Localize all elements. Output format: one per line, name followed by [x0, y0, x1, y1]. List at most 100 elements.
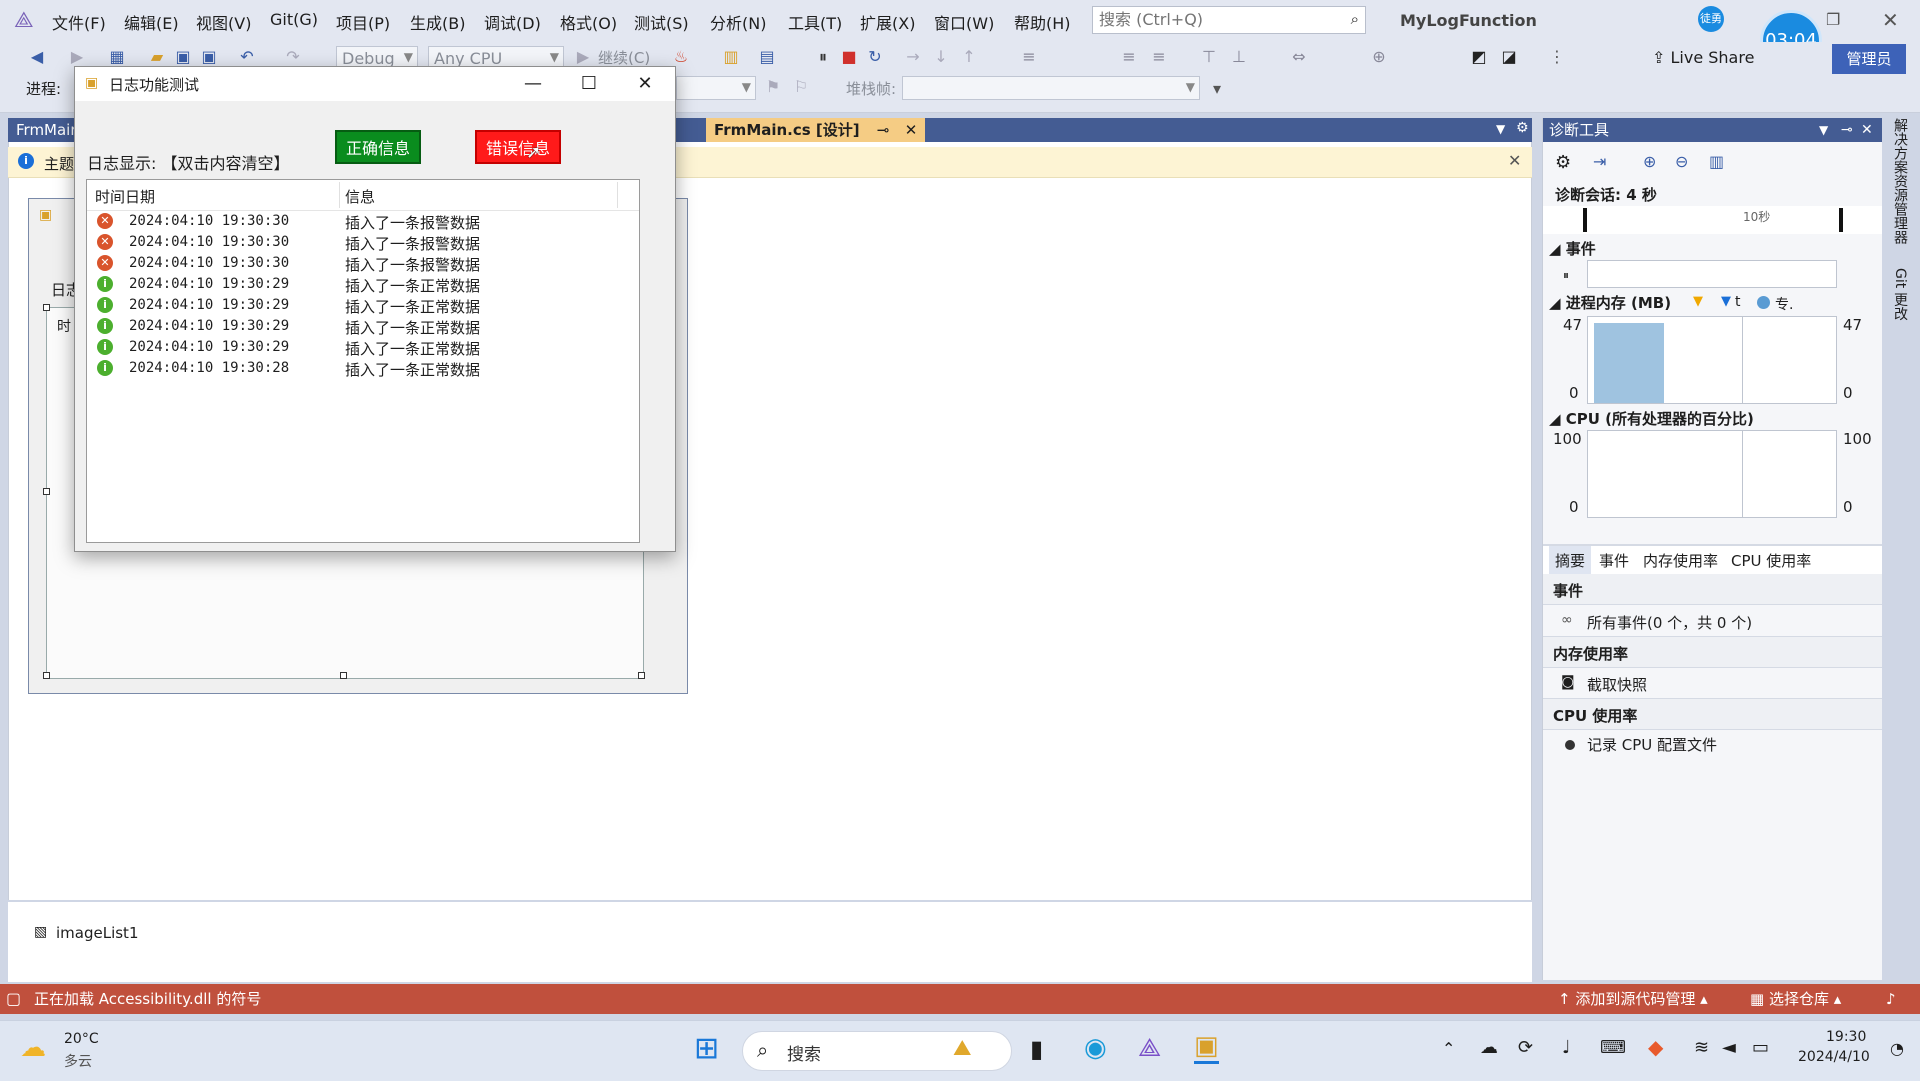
info-bar-close-icon[interactable]: ✕ — [1508, 151, 1521, 170]
log-row[interactable]: ✕ 2024:04:10 19:30:30 插入了一条报警数据 — [87, 211, 639, 232]
align-right-icon[interactable]: ≡ — [1150, 48, 1168, 66]
align-icon[interactable]: ≡ — [1020, 48, 1038, 66]
menu-item[interactable]: 测试(S) — [634, 10, 689, 34]
tray-overflow-icon[interactable]: ⌃ — [1442, 1039, 1455, 1058]
chart-icon[interactable]: ▥ — [1709, 152, 1724, 171]
menu-item[interactable]: 编辑(E) — [124, 10, 179, 34]
back-icon[interactable]: ◀ — [28, 48, 46, 66]
zoom-icon[interactable]: ⊕ — [1370, 48, 1388, 66]
column-separator[interactable] — [617, 182, 618, 208]
pin-icon[interactable]: ⊸ — [877, 121, 890, 139]
log-row[interactable]: ✕ 2024:04:10 19:30:30 插入了一条报警数据 — [87, 253, 639, 274]
panel-pin-icon[interactable]: ⊸ — [1841, 118, 1853, 142]
toolbar-options-icon[interactable]: ▾ — [1208, 80, 1226, 98]
redo-icon[interactable]: ↷ — [284, 48, 302, 66]
edge-browser-icon[interactable]: ◉ — [1084, 1033, 1107, 1063]
align-top-icon[interactable]: ⊤ — [1200, 48, 1218, 66]
step-into-icon[interactable]: ↓ — [932, 48, 950, 66]
running-app-icon[interactable]: ▣ — [1194, 1031, 1219, 1064]
status-output-icon[interactable]: ▢ — [6, 984, 21, 1014]
menu-item[interactable]: 工具(T) — [788, 10, 842, 34]
menu-item[interactable]: 项目(P) — [336, 10, 390, 34]
pause-icon[interactable]: ⏸ — [814, 48, 832, 66]
maximize-icon[interactable]: ☐ — [561, 67, 617, 101]
take-snapshot-button[interactable]: 截取快照 — [1587, 674, 1647, 695]
thread-filter-icon[interactable]: ⚐ — [792, 78, 810, 96]
user-avatar[interactable]: 徒勇 — [1698, 6, 1724, 32]
clock-date[interactable]: 2024/4/10 — [1798, 1049, 1870, 1065]
log-row[interactable]: i 2024:04:10 19:30:29 插入了一条正常数据 — [87, 316, 639, 337]
weather-icon[interactable]: ☁ — [20, 1033, 46, 1063]
live-share-button[interactable]: ⇪ Live Share — [1652, 48, 1754, 67]
menu-item[interactable]: 格式(O) — [560, 10, 617, 34]
all-events-link[interactable]: 所有事件(0 个，共 0 个) — [1587, 612, 1752, 633]
log-row[interactable]: i 2024:04:10 19:30:28 插入了一条正常数据 — [87, 358, 639, 379]
zoom-in-icon[interactable]: ⊕ — [1643, 152, 1656, 171]
battery-icon[interactable]: ▭ — [1752, 1037, 1769, 1058]
correct-info-button[interactable]: 正确信息 — [335, 130, 421, 164]
visual-studio-icon[interactable]: ⟁ — [1138, 1033, 1161, 1064]
restart-icon[interactable]: ↻ — [866, 48, 884, 66]
open-folder-icon[interactable]: ▰ — [148, 48, 166, 66]
process-select[interactable]: ▼ — [676, 76, 756, 100]
column-separator[interactable] — [339, 182, 340, 208]
tab-frmmain-design[interactable]: FrmMain.cs [设计] ⊸ ✕ — [706, 118, 926, 142]
onedrive-icon[interactable]: ☁ — [1480, 1037, 1498, 1058]
continue-button[interactable]: 继续(C) — [598, 47, 650, 68]
tab-close-icon[interactable]: ✕ — [905, 121, 918, 139]
export-icon[interactable]: ⇥ — [1593, 152, 1606, 171]
record-cpu-profile-button[interactable]: 记录 CPU 配置文件 — [1587, 734, 1717, 755]
resize-handle[interactable] — [340, 672, 347, 679]
menu-item[interactable]: 视图(V) — [196, 10, 251, 34]
log-listview[interactable]: 时间日期 信息 ✕ 2024:04:10 19:30:30 插入了一条报警数据 ✕ 20… — [86, 179, 640, 543]
panel-close-icon[interactable]: ✕ — [1861, 118, 1873, 142]
hot-reload-icon[interactable]: ♨ — [672, 48, 690, 66]
step-over-icon[interactable]: → — [904, 48, 922, 66]
toolbar-overflow-icon[interactable]: ⋮ — [1548, 48, 1566, 66]
tab-settings-icon[interactable]: ⚙ — [1516, 120, 1529, 136]
cpu-graph[interactable] — [1587, 430, 1837, 518]
layout-icon[interactable]: ▤ — [758, 48, 776, 66]
menu-item[interactable]: Git(G) — [270, 10, 318, 29]
save-all-icon[interactable]: ▣ — [200, 48, 218, 66]
clock-time[interactable]: 19:30 — [1826, 1029, 1866, 1045]
restore-window-icon[interactable]: ❐ — [1826, 10, 1840, 29]
menu-item[interactable]: 分析(N) — [710, 10, 766, 34]
new-item-icon[interactable]: ▦ — [108, 48, 126, 66]
tab-events[interactable]: 事件 — [1599, 550, 1629, 571]
zoom-out-icon[interactable]: ⊖ — [1675, 152, 1688, 171]
menu-item[interactable]: 文件(F) — [52, 10, 106, 34]
events-track[interactable] — [1587, 260, 1837, 288]
microphone-icon[interactable]: ♩ — [1562, 1037, 1571, 1058]
menu-item[interactable]: 调试(D) — [484, 10, 541, 34]
log-row[interactable]: i 2024:04:10 19:30:29 插入了一条正常数据 — [87, 295, 639, 316]
vs-logo-icon[interactable]: ⟁ — [14, 8, 34, 33]
log-row[interactable]: i 2024:04:10 19:30:29 插入了一条正常数据 — [87, 274, 639, 295]
events-pause-icon[interactable]: ⏸ — [1563, 268, 1569, 283]
input-method-icon[interactable]: ⌨ — [1600, 1037, 1626, 1058]
step-out-icon[interactable]: ↑ — [960, 48, 978, 66]
sync-icon[interactable]: ⟳ — [1518, 1037, 1533, 1058]
column-header-datetime[interactable]: 时间日期 — [95, 186, 155, 207]
admin-badge[interactable]: 管理员 — [1832, 44, 1906, 74]
undo-icon[interactable]: ↶ — [238, 48, 256, 66]
error-info-button[interactable]: 错误信息 — [475, 130, 561, 164]
column-header-message[interactable]: 信息 — [345, 186, 375, 207]
menu-item[interactable]: 生成(B) — [410, 10, 465, 34]
thread-flag-icon[interactable]: ⚑ — [764, 78, 782, 96]
bring-front-icon[interactable]: ◩ — [1470, 48, 1488, 66]
select-repo-button[interactable]: ▦ 选择仓库 ▴ — [1750, 984, 1841, 1014]
same-size-icon[interactable]: ⇔ — [1290, 48, 1308, 66]
timeline-ruler[interactable]: 10秒 — [1543, 206, 1883, 234]
minimize-icon[interactable]: — — [505, 67, 561, 101]
align-middle-icon[interactable]: ⊥ — [1230, 48, 1248, 66]
dialog-close-icon[interactable]: ✕ — [617, 67, 673, 101]
close-window-icon[interactable]: ✕ — [1882, 8, 1899, 32]
resize-handle[interactable] — [638, 672, 645, 679]
wifi-icon[interactable]: ≋ — [1694, 1037, 1709, 1058]
browser-link-icon[interactable]: ▥ — [722, 48, 740, 66]
menu-item[interactable]: 帮助(H) — [1014, 10, 1071, 34]
search-icon[interactable]: ⌕ — [1351, 10, 1359, 28]
dialog-title-bar[interactable]: ▣ 日志功能测试 — ☐ ✕ — [75, 67, 675, 101]
taskbar-search[interactable]: ⌕ 搜索 ⛰ — [742, 1031, 1012, 1071]
